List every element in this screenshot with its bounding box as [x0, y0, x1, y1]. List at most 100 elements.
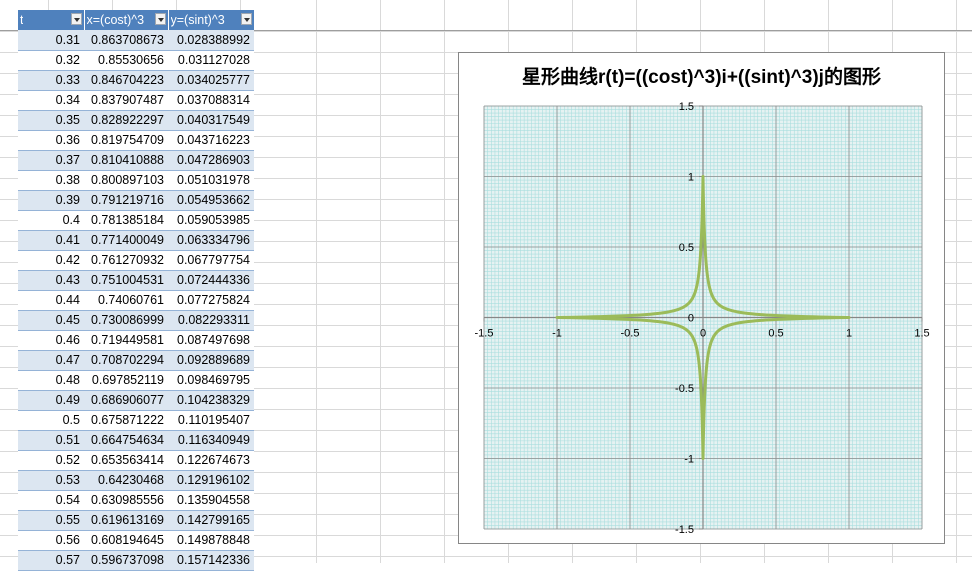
cell-x[interactable]: 0.837907487 — [84, 90, 168, 111]
cell-x[interactable]: 0.630985556 — [84, 490, 168, 511]
cell-x[interactable]: 0.708702294 — [84, 350, 168, 371]
cell-x[interactable]: 0.791219716 — [84, 190, 168, 211]
cell-y[interactable]: 0.063334796 — [168, 230, 254, 251]
cell-t[interactable]: 0.31 — [18, 30, 84, 51]
cell-t[interactable]: 0.36 — [18, 130, 84, 151]
cell-y[interactable]: 0.142799165 — [168, 510, 254, 531]
cell-t[interactable]: 0.41 — [18, 230, 84, 251]
cell-x[interactable]: 0.64230468 — [84, 470, 168, 491]
cell-y[interactable]: 0.135904558 — [168, 490, 254, 511]
cell-t[interactable]: 0.42 — [18, 250, 84, 271]
filter-dropdown-icon[interactable] — [240, 13, 252, 25]
cell-t[interactable]: 0.57 — [18, 550, 84, 571]
cell-t[interactable]: 0.53 — [18, 470, 84, 491]
cell-y[interactable]: 0.098469795 — [168, 370, 254, 391]
cell-y[interactable]: 0.037088314 — [168, 90, 254, 111]
cell-y[interactable]: 0.104238329 — [168, 390, 254, 411]
cell-x[interactable]: 0.596737098 — [84, 550, 168, 571]
cell-y[interactable]: 0.157142336 — [168, 550, 254, 571]
cell-t[interactable]: 0.46 — [18, 330, 84, 351]
table-row: 0.5 0.675871222 0.110195407 — [18, 410, 254, 431]
cell-y[interactable]: 0.047286903 — [168, 150, 254, 171]
table-row: 0.57 0.596737098 0.157142336 — [18, 550, 254, 571]
cell-t[interactable]: 0.49 — [18, 390, 84, 411]
cell-x[interactable]: 0.653563414 — [84, 450, 168, 471]
cell-x[interactable]: 0.608194645 — [84, 530, 168, 551]
table-row: 0.44 0.74060761 0.077275824 — [18, 290, 254, 311]
filter-dropdown-icon[interactable] — [70, 13, 82, 25]
cell-x[interactable]: 0.828922297 — [84, 110, 168, 131]
cell-t[interactable]: 0.47 — [18, 350, 84, 371]
cell-t[interactable]: 0.54 — [18, 490, 84, 511]
cell-x[interactable]: 0.619613169 — [84, 510, 168, 531]
cell-x[interactable]: 0.675871222 — [84, 410, 168, 431]
table-row: 0.46 0.719449581 0.087497698 — [18, 330, 254, 351]
cell-y[interactable]: 0.077275824 — [168, 290, 254, 311]
cell-y[interactable]: 0.067797754 — [168, 250, 254, 271]
cell-y[interactable]: 0.028388992 — [168, 30, 254, 51]
cell-t[interactable]: 0.48 — [18, 370, 84, 391]
cell-y[interactable]: 0.110195407 — [168, 410, 254, 431]
cell-t[interactable]: 0.51 — [18, 430, 84, 451]
cell-y[interactable]: 0.059053985 — [168, 210, 254, 231]
cell-x[interactable]: 0.810410888 — [84, 150, 168, 171]
cell-y[interactable]: 0.051031978 — [168, 170, 254, 191]
x-tick-label: 1.5 — [914, 328, 929, 340]
cell-t[interactable]: 0.52 — [18, 450, 84, 471]
cell-y[interactable]: 0.031127028 — [168, 50, 254, 71]
cell-y[interactable]: 0.072444336 — [168, 270, 254, 291]
cell-y[interactable]: 0.043716223 — [168, 130, 254, 151]
cell-x[interactable]: 0.800897103 — [84, 170, 168, 191]
cell-x[interactable]: 0.751004531 — [84, 270, 168, 291]
cell-t[interactable]: 0.34 — [18, 90, 84, 111]
cell-y[interactable]: 0.092889689 — [168, 350, 254, 371]
cell-t[interactable]: 0.38 — [18, 170, 84, 191]
cell-y[interactable]: 0.040317549 — [168, 110, 254, 131]
cell-x[interactable]: 0.863708673 — [84, 30, 168, 51]
cell-y[interactable]: 0.082293311 — [168, 310, 254, 331]
table-row: 0.45 0.730086999 0.082293311 — [18, 310, 254, 331]
cell-t[interactable]: 0.55 — [18, 510, 84, 531]
cell-x[interactable]: 0.781385184 — [84, 210, 168, 231]
header-label: y=(sint)^3 — [170, 13, 225, 28]
cell-x[interactable]: 0.819754709 — [84, 130, 168, 151]
cell-y[interactable]: 0.034025777 — [168, 70, 254, 91]
cell-y[interactable]: 0.149878848 — [168, 530, 254, 551]
table-row: 0.43 0.751004531 0.072444336 — [18, 270, 254, 291]
cell-t[interactable]: 0.5 — [18, 410, 84, 431]
filter-dropdown-icon[interactable] — [154, 13, 166, 25]
cell-t[interactable]: 0.35 — [18, 110, 84, 131]
table-row: 0.53 0.64230468 0.129196102 — [18, 470, 254, 491]
header-t: t — [18, 10, 85, 30]
cell-x[interactable]: 0.697852119 — [84, 370, 168, 391]
cell-x[interactable]: 0.771400049 — [84, 230, 168, 251]
table-row: 0.33 0.846704223 0.034025777 — [18, 70, 254, 91]
cell-t[interactable]: 0.32 — [18, 50, 84, 71]
cell-x[interactable]: 0.686906077 — [84, 390, 168, 411]
cell-t[interactable]: 0.33 — [18, 70, 84, 91]
cell-t[interactable]: 0.56 — [18, 530, 84, 551]
cell-x[interactable]: 0.846704223 — [84, 70, 168, 91]
cell-x[interactable]: 0.719449581 — [84, 330, 168, 351]
cell-x[interactable]: 0.74060761 — [84, 290, 168, 311]
cell-t[interactable]: 0.45 — [18, 310, 84, 331]
cell-x[interactable]: 0.730086999 — [84, 310, 168, 331]
cell-y[interactable]: 0.054953662 — [168, 190, 254, 211]
cell-y[interactable]: 0.116340949 — [168, 430, 254, 451]
table-row: 0.31 0.863708673 0.028388992 — [18, 30, 254, 51]
cell-t[interactable]: 0.37 — [18, 150, 84, 171]
cell-t[interactable]: 0.43 — [18, 270, 84, 291]
cell-t[interactable]: 0.4 — [18, 210, 84, 231]
cell-t[interactable]: 0.44 — [18, 290, 84, 311]
cell-y[interactable]: 0.122674673 — [168, 450, 254, 471]
cell-y[interactable]: 0.087497698 — [168, 330, 254, 351]
y-tick-label: -0.5 — [675, 383, 694, 395]
cell-x[interactable]: 0.761270932 — [84, 250, 168, 271]
cell-t[interactable]: 0.39 — [18, 190, 84, 211]
chart-area[interactable]: 星形曲线r(t)=((cost)^3)i+((sint)^3)j的图形 -1.5… — [458, 52, 945, 544]
table-row: 0.47 0.708702294 0.092889689 — [18, 350, 254, 371]
plot-svg[interactable]: -1.5 -1 -0.5 0 0.5 1 1.5 -1.5 -1 -0.5 0 0.5 1 1.5 — [459, 53, 946, 545]
cell-x[interactable]: 0.85530656 — [84, 50, 168, 71]
cell-y[interactable]: 0.129196102 — [168, 470, 254, 491]
cell-x[interactable]: 0.664754634 — [84, 430, 168, 451]
